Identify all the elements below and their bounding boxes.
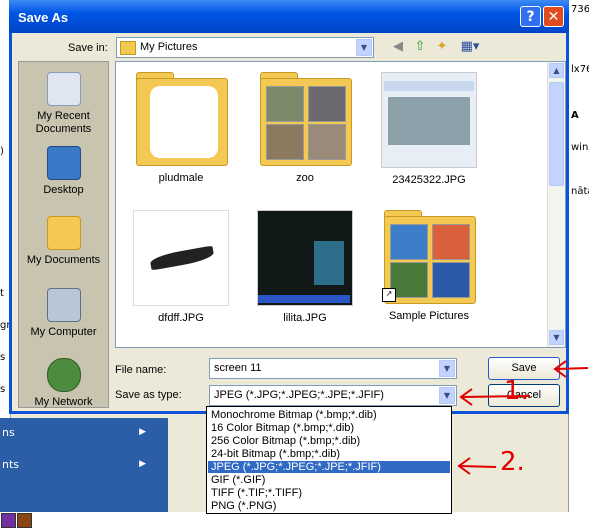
annotation-number: 1.	[504, 376, 529, 406]
arrow-to-jpeg-icon	[457, 457, 497, 475]
annotation-number: 2.	[500, 447, 525, 477]
arrow-to-save-icon	[553, 360, 589, 378]
